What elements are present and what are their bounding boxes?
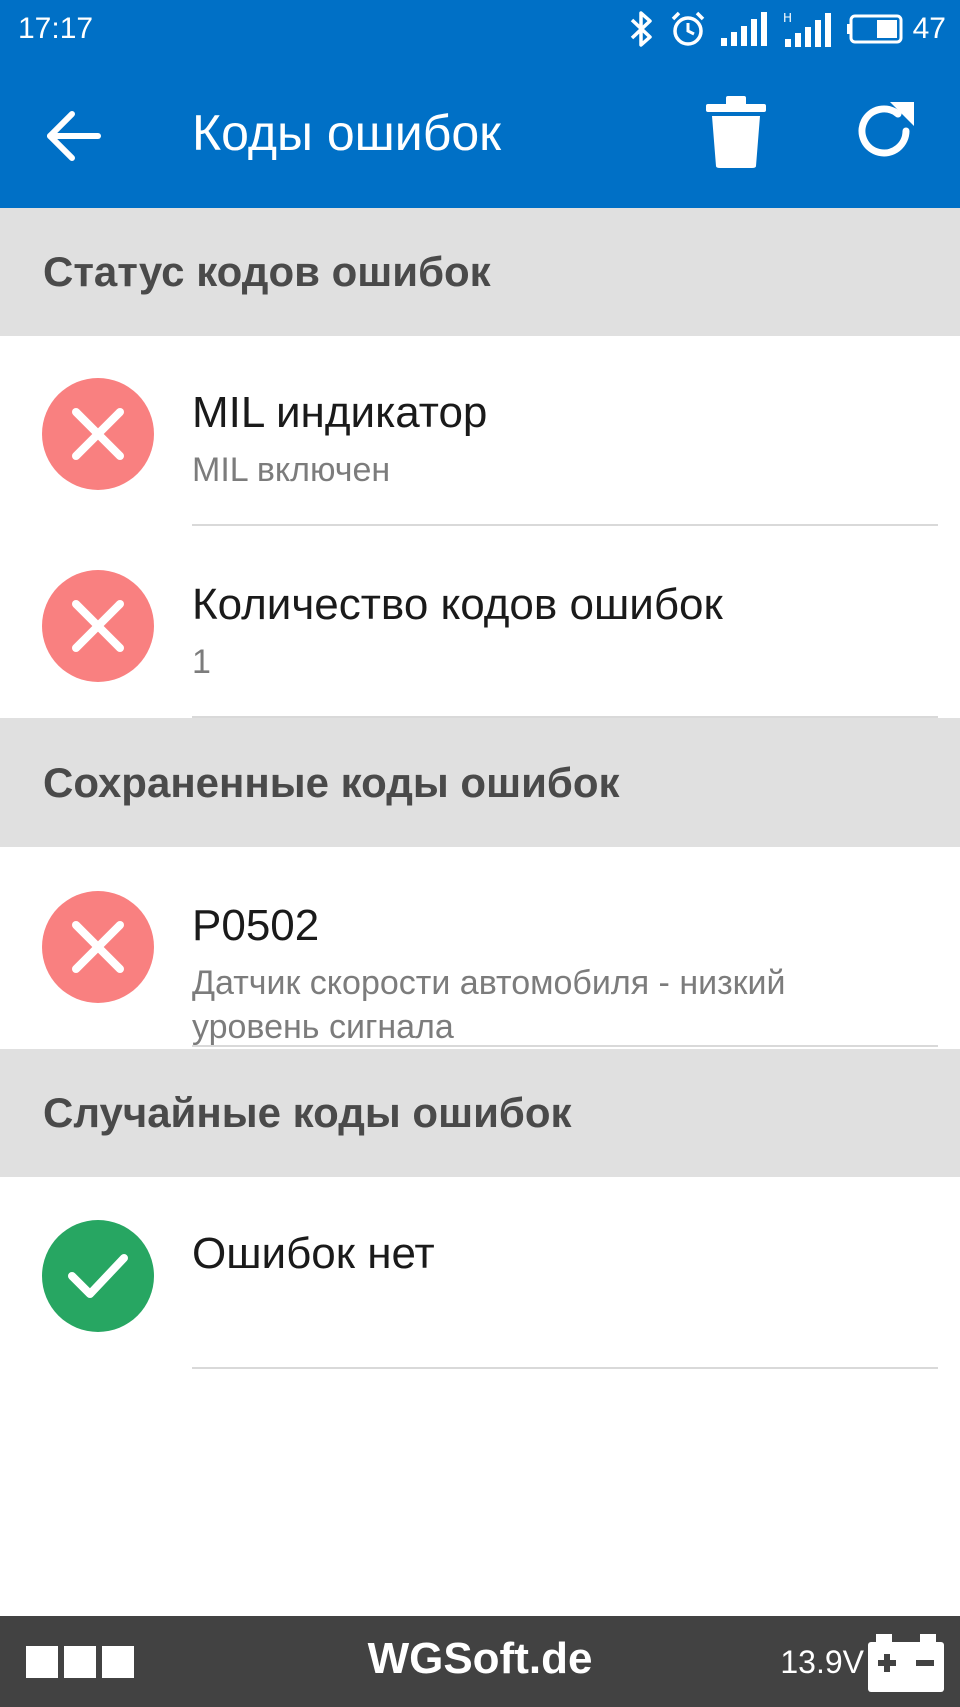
error-badge [42,378,154,490]
svg-text:H: H [783,11,792,25]
divider [192,524,938,526]
close-icon [72,921,124,973]
voltage-readout: 13.9V [780,1644,864,1680]
item-subtitle: 1 [192,643,211,681]
ok-badge [42,1220,154,1332]
status-bar: 17:17 H 47 [0,0,960,58]
item-title: Ошибок нет [192,1229,435,1278]
item-title: P0502 [192,901,320,950]
section-header-status: Статус кодов ошибок [0,208,960,336]
list-item-code-count[interactable]: Количество кодов ошибок 1 [0,528,960,718]
back-arrow-icon[interactable] [42,103,108,169]
page-title: Коды ошибок [192,105,502,161]
battery-level: 47 [912,12,946,45]
menu-squares-icon[interactable] [26,1646,134,1678]
list-item-mil[interactable]: MIL индикатор MIL включен [0,336,960,528]
status-icons: H 47 [629,8,946,50]
close-icon [72,600,124,652]
signal-icon [720,12,767,46]
app-bar: Коды ошибок [0,58,960,208]
divider [192,1045,938,1047]
item-title: MIL индикатор [192,388,488,437]
list-item-no-errors[interactable]: Ошибок нет [0,1177,960,1369]
item-subtitle: Датчик скорости автомобиля - низкий уров… [192,964,786,1046]
close-icon [72,408,124,460]
signal-h-icon: H [783,11,831,47]
bluetooth-icon [630,11,652,47]
section-header-stored: Сохраненные коды ошибок [0,718,960,847]
alarm-icon [671,11,704,46]
item-title: Количество кодов ошибок [192,580,723,629]
item-subtitle: MIL включен [192,451,391,489]
status-time: 17:17 [18,12,94,45]
error-badge [42,570,154,682]
divider [192,1367,938,1369]
battery-icon [846,14,903,44]
trash-icon[interactable] [702,96,770,168]
section-header-pending: Случайные коды ошибок [0,1049,960,1177]
error-badge [42,891,154,1003]
refresh-icon[interactable] [852,98,918,164]
list-item-p0502[interactable]: P0502 Датчик скорости автомобиля - низки… [0,847,960,1047]
car-battery-icon [868,1634,944,1692]
checkmark-icon [68,1254,128,1298]
bottom-bar: WGSoft.de 13.9V [0,1616,960,1707]
